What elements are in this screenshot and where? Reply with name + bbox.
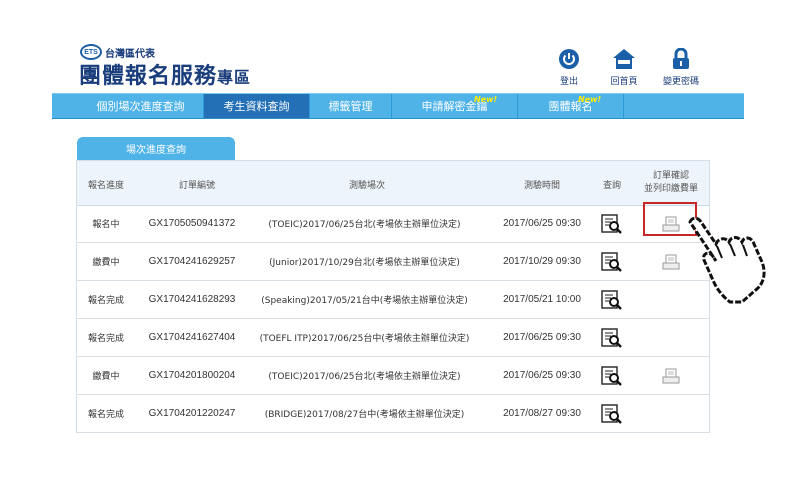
row-query-cell <box>595 243 629 280</box>
header-order: 訂單編號 <box>178 181 215 191</box>
row-time: 2017/06/25 09:30 <box>503 218 581 229</box>
row-session: (Speaking)2017/05/21台中(考場依主辦單位決定) <box>261 296 468 306</box>
nav-item-label: 考生資料查詢 <box>223 100 290 113</box>
print-icon[interactable] <box>662 254 680 270</box>
row-order-number: GX1704241628293 <box>148 294 236 305</box>
row-session: (TOEFL ITP)2017/06/25台中(考場依主辦單位決定) <box>259 334 470 344</box>
header-confirm: 訂單確認 並列印繳費單 <box>633 170 709 196</box>
page-title-main: 團體報名服務 <box>79 64 218 89</box>
row-order-number: GX1704201800204 <box>148 370 236 381</box>
row-time: 2017/06/25 09:30 <box>503 370 581 381</box>
query-icon[interactable] <box>601 251 623 272</box>
query-icon[interactable] <box>601 327 623 348</box>
page-title: 團體報名服務專區 <box>79 58 251 90</box>
logout-link[interactable]: 登出 <box>539 48 599 87</box>
header-status: 報名進度 <box>87 181 124 191</box>
logout-label: 登出 <box>559 77 578 87</box>
row-query-cell <box>595 319 629 356</box>
row-session: (BRIDGE)2017/08/27台中(考場依主辦單位決定) <box>264 410 465 420</box>
query-icon[interactable] <box>601 365 623 386</box>
change-password-link[interactable]: 變更密碼 <box>651 48 711 87</box>
row-print-cell <box>633 319 709 356</box>
new-badge: New! <box>474 95 498 104</box>
home-link[interactable]: 回首頁 <box>594 48 654 87</box>
table-row: 報名完成 GX1704241628293 (Speaking)2017/05/21台… <box>77 281 709 319</box>
query-icon[interactable] <box>601 213 623 234</box>
row-query-cell <box>595 205 629 242</box>
query-icon[interactable] <box>601 403 623 424</box>
header-confirm-line2: 並列印繳費單 <box>643 184 698 194</box>
nav-item-label-management[interactable]: 標籤管理 <box>310 94 392 118</box>
table-header: 報名進度 訂單編號 測驗場次 測驗時間 查詢 訂單確認 並列印繳費單 <box>77 161 709 206</box>
table-row: 報名中 GX1705050941372 (TOEIC)2017/06/25台北(考場… <box>77 205 709 243</box>
nav-item-candidate-query[interactable]: 考生資料查詢 <box>204 94 310 118</box>
main-nav: 個別場次進度查詢 考生資料查詢 標籤管理 申請解密金鑰 New! 團體報名 Ne… <box>52 93 744 119</box>
row-query-cell <box>595 357 629 394</box>
header-session: 測驗場次 <box>348 181 385 191</box>
nav-item-decrypt-key[interactable]: 申請解密金鑰 New! <box>392 94 518 118</box>
header-query: 查詢 <box>602 181 621 191</box>
nav-item-label: 標籤管理 <box>328 100 373 113</box>
nav-item-session-progress[interactable]: 個別場次進度查詢 <box>78 94 204 118</box>
page-title-suffix: 專區 <box>217 68 252 87</box>
row-status: 報名中 <box>92 220 120 230</box>
change-password-label: 變更密碼 <box>662 77 699 87</box>
row-time: 2017/06/25 09:30 <box>503 332 581 343</box>
row-query-cell <box>595 281 629 318</box>
new-badge: New! <box>578 95 602 104</box>
header-confirm-line1: 訂單確認 <box>652 171 689 181</box>
query-icon[interactable] <box>601 289 623 310</box>
row-status: 繳費中 <box>92 258 120 268</box>
row-time: 2017/08/27 09:30 <box>503 408 581 419</box>
row-status: 報名完成 <box>87 334 124 344</box>
table-row: 報名完成 GX1704241627404 (TOEFL ITP)2017/06/25… <box>77 319 709 357</box>
home-label: 回首頁 <box>610 77 638 87</box>
pointing-hand-icon <box>688 216 766 304</box>
table-row: 報名完成 GX1704201220247 (BRIDGE)2017/08/27台中(… <box>77 395 709 433</box>
row-query-cell <box>595 395 629 432</box>
row-session: (Junior)2017/10/29台北(考場依主辦單位決定) <box>269 258 460 268</box>
row-session: (TOEIC)2017/06/25台北(考場依主辦單位決定) <box>268 220 461 230</box>
header-time: 測驗時間 <box>523 181 560 191</box>
row-order-number: GX1704201220247 <box>148 408 236 419</box>
row-print-cell <box>633 357 709 394</box>
table-row: 繳費中 GX1704201800204 (TOEIC)2017/06/25台北(考場… <box>77 357 709 395</box>
row-time: 2017/10/29 09:30 <box>503 256 581 267</box>
nav-item-label: 個別場次進度查詢 <box>96 100 185 113</box>
tab-session-progress[interactable]: 場次進度查詢 <box>77 137 235 160</box>
nav-item-group-registration[interactable]: 團體報名 New! <box>518 94 624 118</box>
row-status: 報名完成 <box>87 410 124 420</box>
lock-icon <box>673 48 689 69</box>
row-status: 報名完成 <box>87 296 124 306</box>
row-print-cell <box>633 395 709 432</box>
row-order-number: GX1704241629257 <box>148 256 236 267</box>
row-order-number: GX1705050941372 <box>148 218 236 229</box>
home-icon <box>613 49 635 69</box>
row-session: (TOEIC)2017/06/25台北(考場依主辦單位決定) <box>268 372 461 382</box>
row-status: 繳費中 <box>92 372 120 382</box>
row-time: 2017/05/21 10:00 <box>503 294 581 305</box>
print-icon[interactable] <box>662 368 680 384</box>
power-icon <box>559 49 579 69</box>
table-row: 繳費中 GX1704241629257 (Junior)2017/10/29台北(考… <box>77 243 709 281</box>
row-order-number: GX1704241627404 <box>148 332 236 343</box>
